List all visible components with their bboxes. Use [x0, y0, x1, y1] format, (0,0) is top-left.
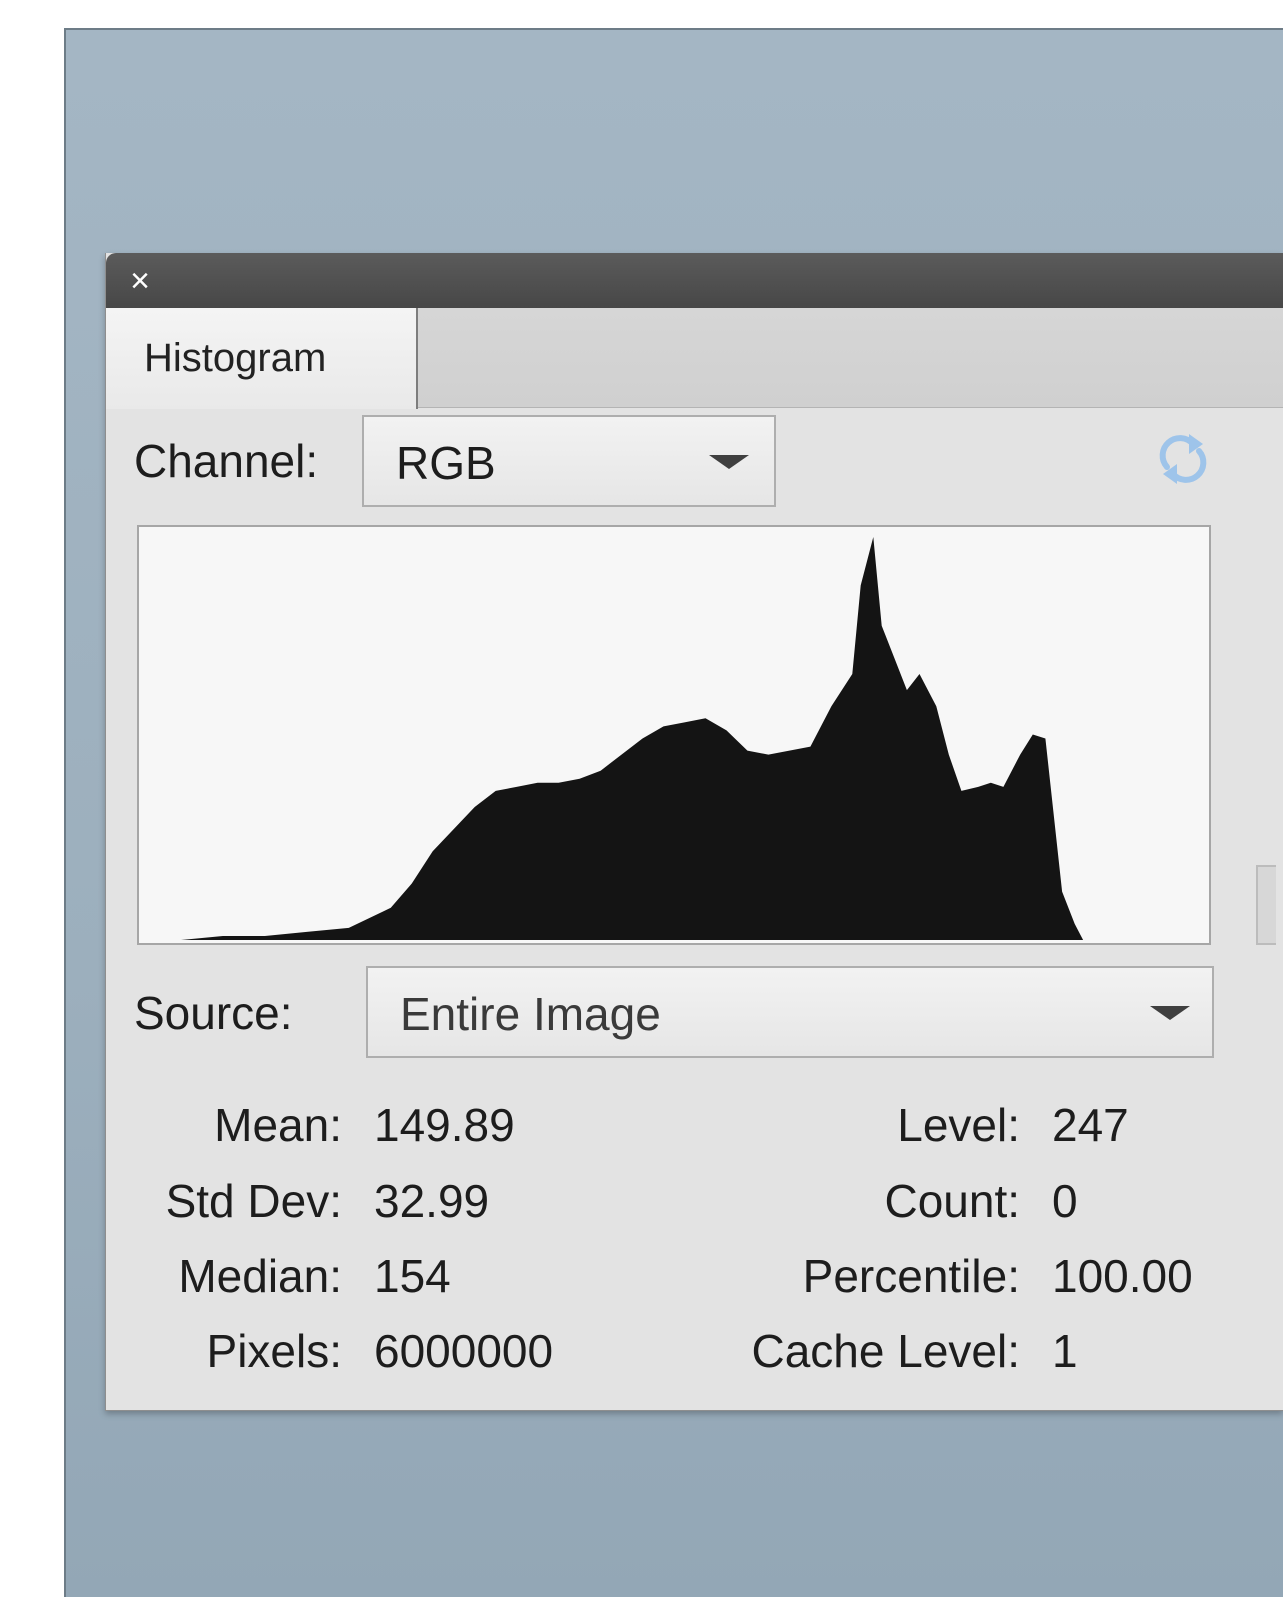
stat-median-value: 154: [374, 1250, 451, 1302]
panel-resize-handle[interactable]: [1256, 865, 1276, 945]
stat-mean-label: Mean:: [214, 1099, 342, 1151]
stat-count-label: Count:: [884, 1175, 1020, 1227]
histogram-area: [139, 537, 1209, 940]
stat-level-label: Level:: [897, 1099, 1020, 1151]
stat-pixels-label: Pixels:: [206, 1325, 342, 1377]
panel-titlebar[interactable]: ×: [106, 253, 1283, 308]
channel-label: Channel:: [134, 435, 319, 487]
stat-percentile-value: 100.00: [1052, 1250, 1193, 1302]
stat-pixels-value: 6000000: [374, 1325, 554, 1377]
refresh-icon[interactable]: [1153, 426, 1213, 492]
histogram-chart: [139, 537, 1209, 940]
stat-median-label: Median:: [178, 1250, 342, 1302]
stat-mean-value: 149.89: [374, 1099, 515, 1151]
histogram-panel: × Histogram Channel: RGB Source: Entire …: [105, 253, 1283, 1411]
stat-percentile-label: Percentile:: [802, 1250, 1020, 1302]
source-label: Source:: [134, 987, 293, 1039]
source-dropdown[interactable]: Entire Image: [366, 966, 1214, 1058]
tab-strip: Histogram: [106, 308, 1283, 409]
tab-histogram[interactable]: Histogram: [106, 308, 418, 409]
chevron-down-icon: [709, 455, 749, 469]
channel-value: RGB: [396, 437, 496, 489]
chevron-down-icon: [1150, 1006, 1190, 1020]
histogram-graph[interactable]: [137, 525, 1211, 945]
stat-count-value: 0: [1052, 1175, 1078, 1227]
source-value: Entire Image: [400, 988, 661, 1040]
stat-level-value: 247: [1052, 1099, 1129, 1151]
stat-cache-level-label: Cache Level:: [751, 1325, 1021, 1377]
stat-stddev-label: Std Dev:: [165, 1175, 342, 1227]
stat-stddev-value: 32.99: [374, 1175, 490, 1227]
stat-cache-level-value: 1: [1052, 1325, 1078, 1377]
close-icon[interactable]: ×: [124, 264, 156, 298]
channel-dropdown[interactable]: RGB: [362, 415, 776, 507]
